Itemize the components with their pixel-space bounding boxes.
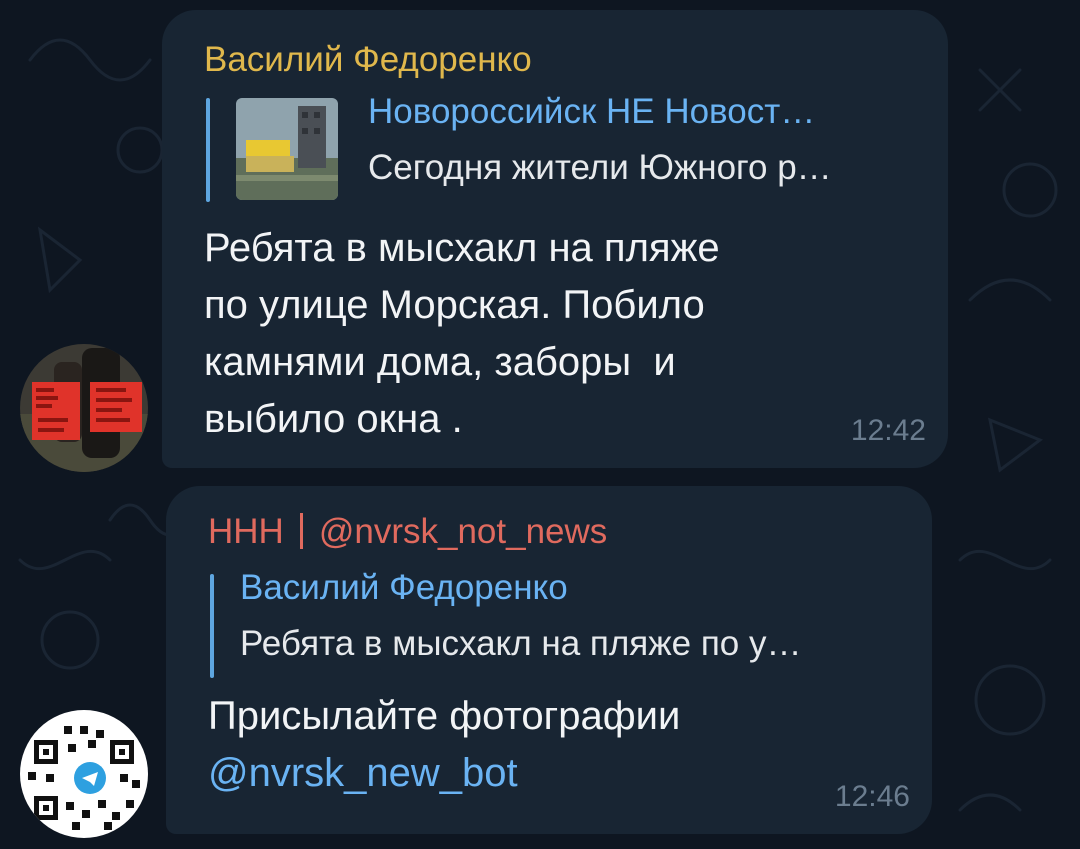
forward-author[interactable]: ННН: [208, 512, 284, 551]
avatar-end-of-the-world-image[interactable]: [20, 344, 148, 472]
message-time: 12:42: [850, 414, 926, 447]
forward-channel-handle[interactable]: @nvrsk_not_news: [319, 512, 607, 551]
reply-accent-bar: [206, 98, 210, 202]
reply-preview[interactable]: Василий Федоренко Ребята в мысхакл на пл…: [210, 568, 910, 678]
message-bubble[interactable]: ННН @nvrsk_not_news Василий Федоренко Реб…: [166, 486, 932, 834]
reply-text: Сегодня жители Южного р…: [368, 148, 832, 187]
message-text: Ребята в мысхакл на пляже по улице Морск…: [204, 226, 720, 441]
message-bubble[interactable]: Василий Федоренко Новороссийск НЕ Новост…: [162, 10, 948, 468]
reply-preview[interactable]: Новороссийск НЕ Новост… Сегодня жители Ю…: [206, 92, 916, 202]
reply-text: Ребята в мысхакл на пляже по у…: [240, 624, 802, 663]
reply-title: Новороссийск НЕ Новост…: [368, 92, 816, 131]
forward-header[interactable]: ННН @nvrsk_not_news: [208, 512, 607, 552]
message-text: Присылайте фотографии @nvrsk_new_bot: [208, 694, 681, 795]
message-time: 12:46: [834, 780, 910, 813]
bot-link[interactable]: @nvrsk_new_bot: [208, 751, 518, 795]
reply-title: Василий Федоренко: [240, 568, 568, 607]
sender-name[interactable]: Василий Федоренко: [204, 40, 532, 80]
qr-code-avatar[interactable]: [20, 710, 148, 838]
forward-separator: [299, 513, 303, 549]
reply-thumbnail-image: [236, 98, 338, 200]
reply-accent-bar: [210, 574, 214, 678]
